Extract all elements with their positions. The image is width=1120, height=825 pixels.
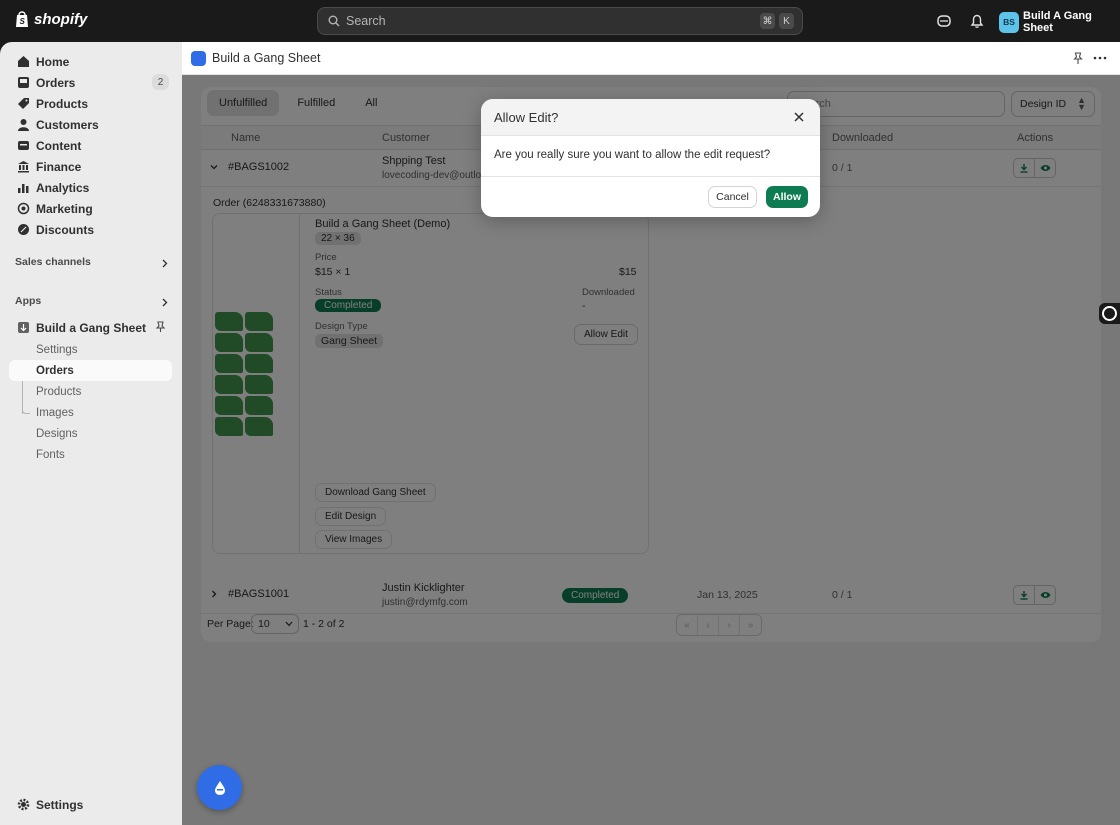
app-logo-icon <box>191 51 206 66</box>
sidebar-item-label: Analytics <box>36 180 90 195</box>
more-options-icon[interactable] <box>1093 56 1107 60</box>
tag-icon <box>18 98 29 109</box>
sidebar-sub-images[interactable]: Images <box>9 402 172 423</box>
shopify-bag-icon: S <box>16 11 28 27</box>
sidebar-item-settings[interactable]: Settings <box>9 794 172 815</box>
allow-edit-dialog: Allow Edit? Are you really sure you want… <box>481 99 820 217</box>
sidebar-sub-products[interactable]: Products <box>9 381 172 402</box>
shopify-logo[interactable]: S shopify <box>14 10 87 28</box>
sidebar-sub-orders[interactable]: Orders <box>9 360 172 381</box>
person-icon <box>18 119 29 131</box>
close-icon[interactable] <box>792 110 806 124</box>
sidebar-item-products[interactable]: Products <box>9 93 172 114</box>
svg-text:S: S <box>20 17 26 26</box>
sidebar-item-orders[interactable]: Orders 2 <box>9 72 172 93</box>
brand-name: shopify <box>34 10 88 28</box>
sidebar-item-discounts[interactable]: Discounts <box>9 219 172 240</box>
search-placeholder: Search <box>346 14 386 28</box>
inbox-icon <box>18 77 29 88</box>
sidebar-item-label: Marketing <box>36 201 93 216</box>
sidebar-item-analytics[interactable]: Analytics <box>9 177 172 198</box>
droplet-icon <box>214 780 225 795</box>
store-menu[interactable]: BS Build A Gang Sheet <box>999 10 1120 34</box>
sidekick-icon[interactable] <box>935 12 953 30</box>
global-search-input[interactable]: Search ⌘ K <box>317 7 803 35</box>
search-icon <box>328 15 340 27</box>
sidebar-item-finance[interactable]: Finance <box>9 156 172 177</box>
sidebar-sub-designs[interactable]: Designs <box>9 423 172 444</box>
cancel-button[interactable]: Cancel <box>708 186 757 208</box>
sidebar-item-label: Settings <box>36 797 84 812</box>
sidebar-item-customers[interactable]: Customers <box>9 114 172 135</box>
sidebar-sub-settings[interactable]: Settings <box>9 339 172 360</box>
k-key: K <box>779 13 794 29</box>
sidebar-item-label: Products <box>36 96 89 111</box>
pin-icon[interactable] <box>1072 52 1084 65</box>
discount-icon <box>18 224 29 235</box>
dialog-title: Allow Edit? <box>494 110 559 125</box>
gear-icon <box>17 798 30 811</box>
sidebar-item-label: Content <box>36 138 82 153</box>
circle-icon <box>1102 306 1117 321</box>
allow-button[interactable]: Allow <box>766 186 808 208</box>
store-avatar: BS <box>999 11 1019 33</box>
app-icon <box>18 322 29 333</box>
sidebar-item-label: Orders <box>36 75 76 90</box>
apps-heading[interactable]: Apps <box>15 295 41 307</box>
dialog-message: Are you really sure you want to allow th… <box>494 149 771 161</box>
sidebar-item-label: Customers <box>36 117 99 132</box>
side-widget-tab[interactable] <box>1099 303 1120 324</box>
dialog-footer: Cancel Allow <box>481 176 820 217</box>
bell-icon[interactable] <box>968 12 986 30</box>
sidebar-item-label: Home <box>36 54 70 69</box>
sidebar-item-label: Build a Gang Sheet <box>36 320 147 335</box>
chevron-right-icon[interactable] <box>160 298 169 307</box>
store-name: Build A Gang Sheet <box>1023 10 1092 34</box>
search-shortcut: ⌘ K <box>760 13 794 29</box>
command-key: ⌘ <box>760 13 775 29</box>
top-bar: S shopify Search ⌘ K BS Build A Gang She… <box>0 0 1120 42</box>
orders-count-badge: 2 <box>152 74 169 90</box>
chart-icon <box>18 184 29 193</box>
bank-icon <box>18 161 29 173</box>
sidebar-item-build-a-gang-sheet[interactable]: Build a Gang Sheet <box>9 317 172 338</box>
sidebar-item-home[interactable]: Home <box>9 51 172 72</box>
dialog-header: Allow Edit? <box>481 99 820 136</box>
sidebar: Home Orders 2 Products Customers Content… <box>0 42 182 825</box>
sidebar-item-marketing[interactable]: Marketing <box>9 198 172 219</box>
target-icon <box>17 202 30 215</box>
chevron-right-icon[interactable] <box>160 259 169 268</box>
app-chat-button[interactable] <box>197 765 242 810</box>
sales-channels-heading[interactable]: Sales channels <box>15 256 91 268</box>
app-header: Build a Gang Sheet <box>182 42 1120 75</box>
pin-icon[interactable] <box>155 321 166 333</box>
home-icon <box>18 56 29 67</box>
sidebar-item-label: Finance <box>36 159 82 174</box>
content-icon <box>18 141 29 150</box>
sidebar-sub-fonts[interactable]: Fonts <box>9 444 172 465</box>
app-title: Build a Gang Sheet <box>212 51 321 65</box>
sidebar-item-label: Discounts <box>36 222 95 237</box>
sidebar-item-content[interactable]: Content <box>9 135 172 156</box>
